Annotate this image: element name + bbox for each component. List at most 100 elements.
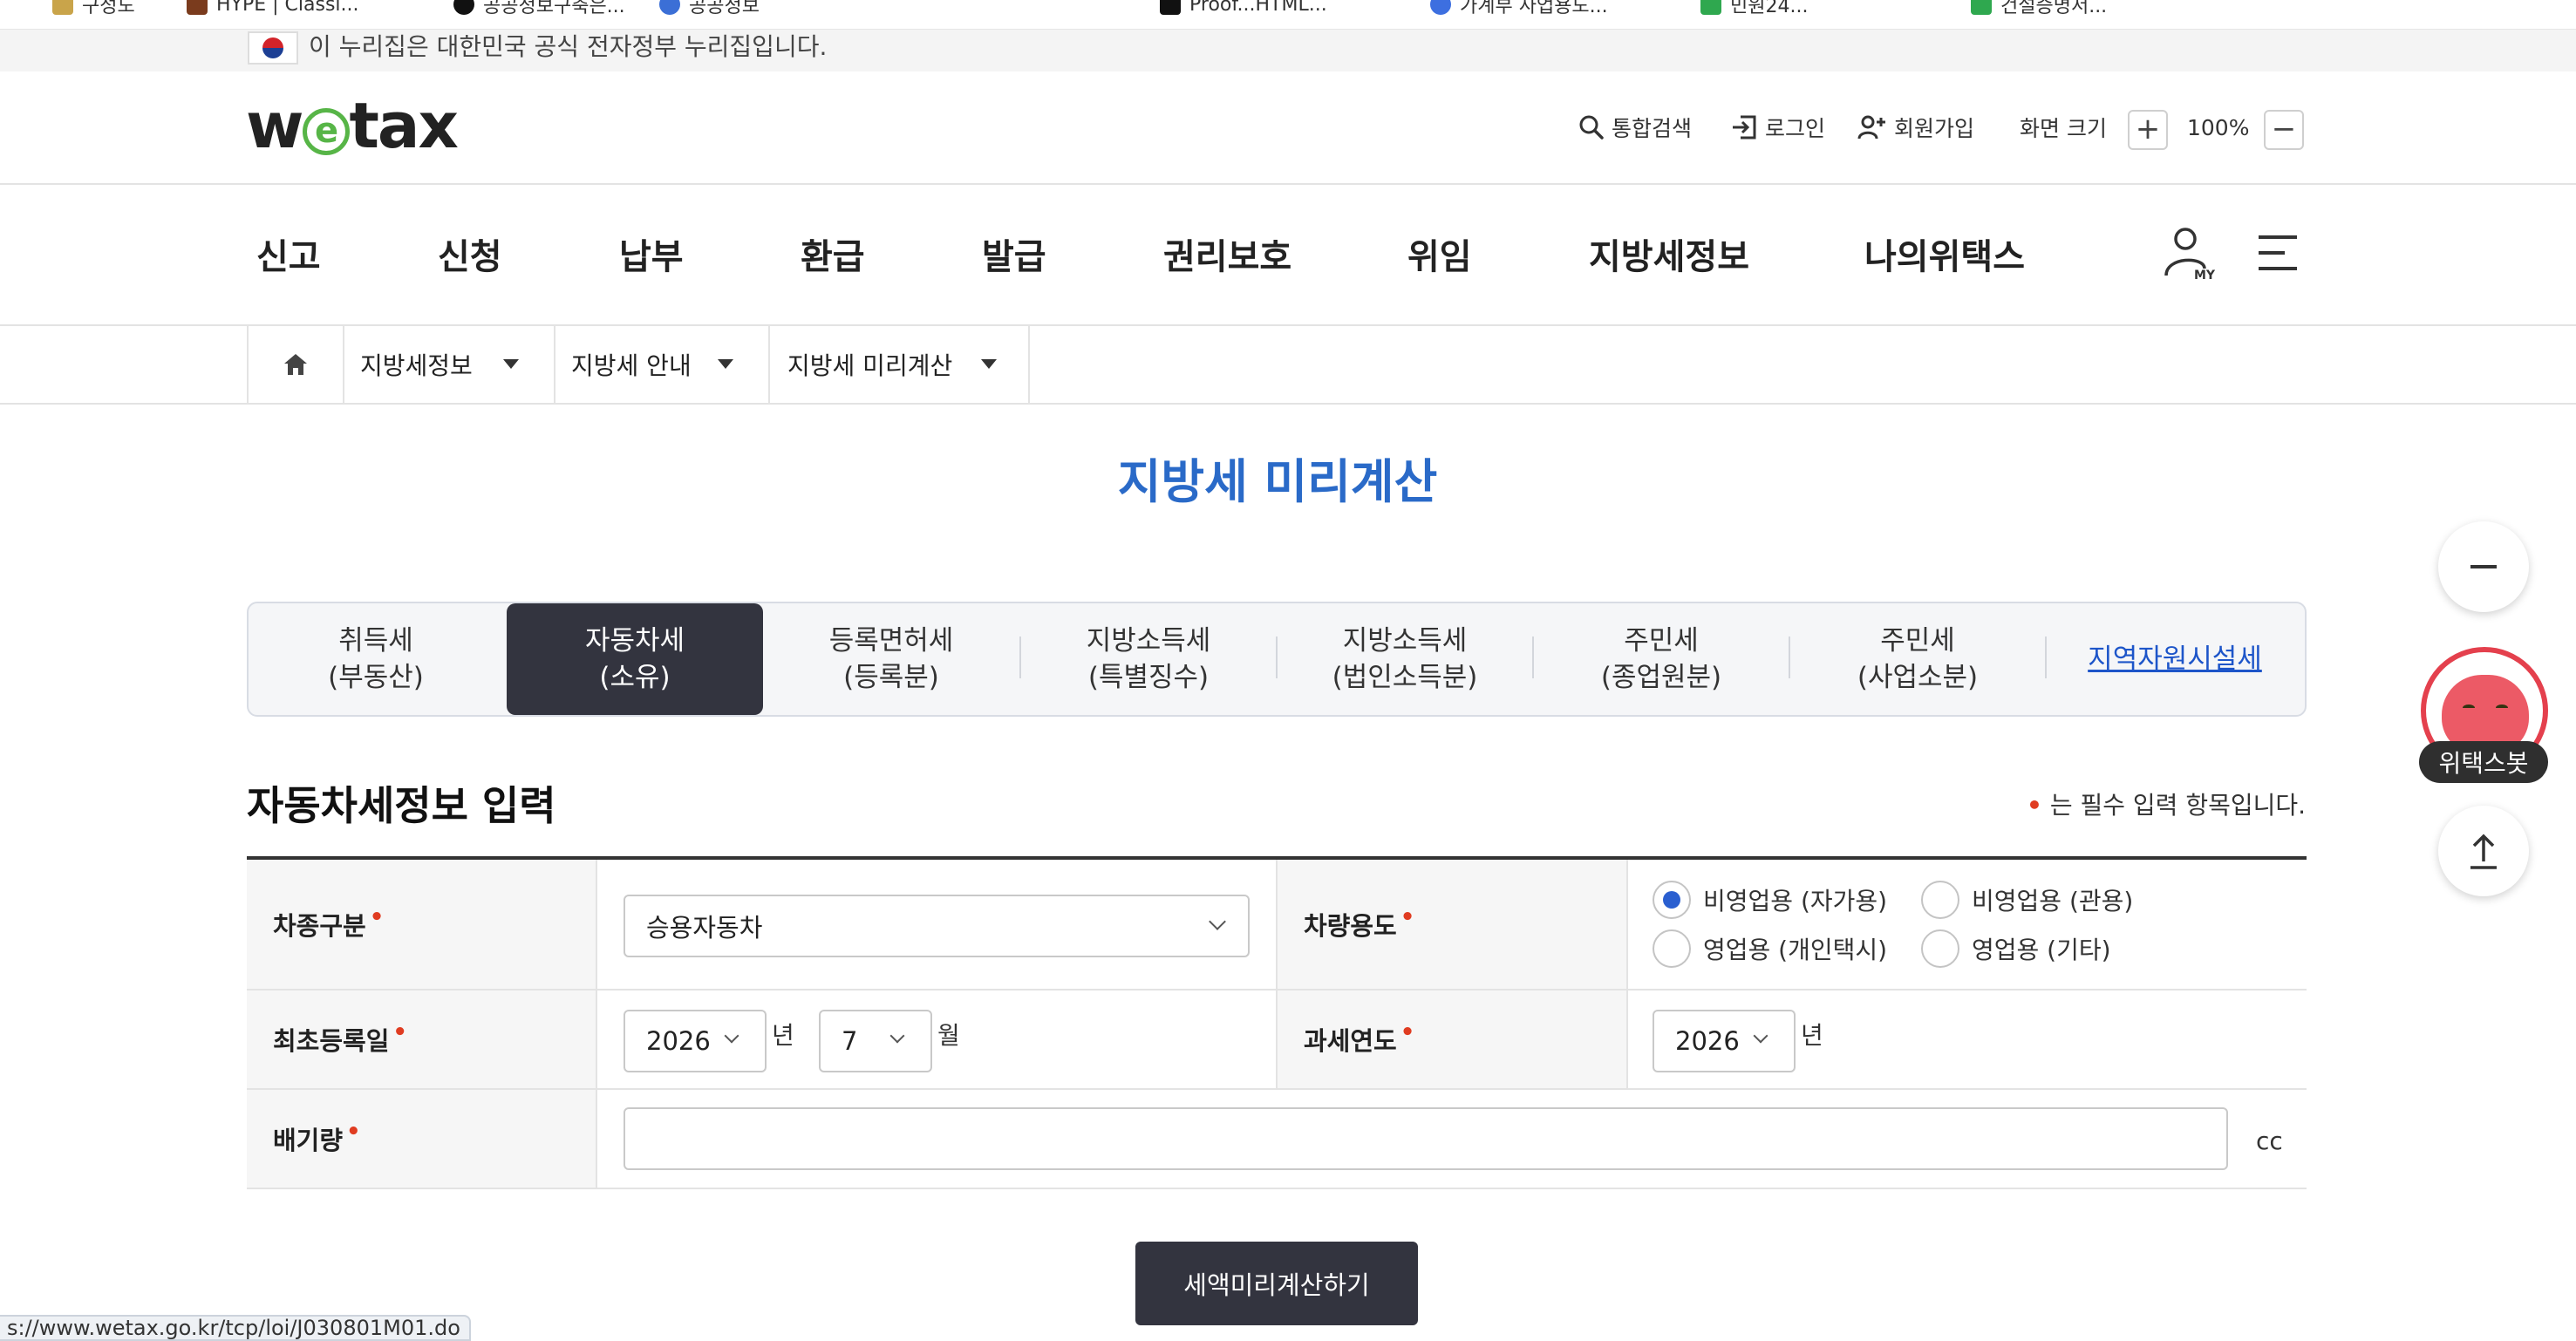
displacement-input[interactable] (624, 1107, 2228, 1170)
required-note: • 는 필수 입력 항목입니다. (2027, 791, 2307, 820)
bookmark-item[interactable]: 공공정보구축은... (453, 0, 625, 17)
zoom-in-button[interactable]: + (2128, 110, 2168, 150)
nav-item-report[interactable]: 신고 (256, 228, 321, 279)
required-mark: • (346, 1119, 361, 1145)
login-link[interactable]: 로그인 (1730, 112, 1825, 143)
nav-item-my-wetax[interactable]: 나의위택스 (1864, 228, 2025, 279)
tab-local-income-tax-withholding[interactable]: 지방소득세 (특별징수) (1021, 603, 1276, 715)
bot-eye (2463, 705, 2475, 711)
hamburger-menu-icon[interactable] (2257, 234, 2299, 272)
search-icon (1579, 115, 1604, 140)
radio-commercial-taxi[interactable]: 영업용 (개인택시) (1653, 929, 1887, 968)
displacement-unit: cc (2256, 1127, 2283, 1155)
bookmark-favicon-icon (1430, 0, 1451, 15)
calculate-tax-button[interactable]: 세액미리계산하기 (1135, 1242, 1418, 1325)
scroll-to-top-button[interactable] (2438, 806, 2529, 896)
tab-resident-tax-employee[interactable]: 주민세 (종업원분) (1534, 603, 1789, 715)
chevron-down-icon (1209, 913, 1226, 930)
vehicle-type-label: 차종구분 • (247, 860, 596, 989)
gov-banner-text: 이 누리집은 대한민국 공식 전자정부 누리집입니다. (309, 32, 828, 61)
registration-year-select[interactable]: 2026 (624, 1010, 767, 1072)
bookmark-item[interactable]: 가계부 사업용도... (1430, 0, 1608, 17)
breadcrumb: 지방세정보 지방세 안내 지방세 미리계산 (0, 326, 2576, 405)
bookmark-item[interactable]: 구성도 (52, 0, 135, 17)
bookmark-item[interactable]: 건설증명서... (1971, 0, 2107, 17)
bookmark-item[interactable]: 민원24... (1700, 0, 1808, 17)
bookmark-favicon-icon (1160, 0, 1181, 15)
form-row: 최초등록일 • 2026 년 7 월 과세연도 • 2026 년 (247, 990, 2307, 1090)
nav-item-apply[interactable]: 신청 (438, 228, 502, 279)
login-icon (1733, 115, 1756, 140)
nav-item-local-tax-info[interactable]: 지방세정보 (1589, 228, 1749, 279)
bookmark-favicon-icon (659, 0, 680, 15)
chevron-down-icon (889, 1028, 905, 1044)
radio-noncommercial-government[interactable]: 비영업용 (관용) (1921, 881, 2133, 919)
bookmark-item[interactable]: 공공정보 (659, 0, 760, 17)
search-label: 통합검색 (1612, 116, 1693, 141)
minus-icon (2470, 565, 2497, 568)
tax-year-select[interactable]: 2026 (1653, 1010, 1796, 1072)
nav-item-delegation[interactable]: 위임 (1407, 228, 1472, 279)
breadcrumb-item-local-tax-guide[interactable]: 지방세 안내 (554, 326, 768, 403)
tax-year-label: 과세연도 • (1278, 990, 1626, 1088)
bookmark-item[interactable]: Proof...HTML... (1160, 0, 1327, 17)
breadcrumb-item-local-tax-precalc[interactable]: 지방세 미리계산 (768, 326, 1030, 403)
tax-year-unit: 년 (1801, 1021, 1823, 1050)
bot-label[interactable]: 위택스봇 (2419, 741, 2548, 783)
nav-item-payment[interactable]: 납부 (619, 228, 684, 279)
bookmark-favicon-icon (1700, 0, 1721, 15)
bookmark-favicon-icon (187, 0, 208, 15)
bookmark-favicon-icon (52, 0, 73, 15)
floating-zoom-out-button[interactable] (2438, 521, 2529, 612)
tab-regional-resource-facility-tax[interactable]: 지역자원시설세 (2047, 603, 2303, 715)
korea-flag-icon (248, 31, 298, 65)
home-icon (284, 354, 307, 375)
required-mark: • (369, 904, 385, 930)
zoom-out-button[interactable]: − (2264, 110, 2304, 150)
breadcrumb-home[interactable] (247, 326, 343, 403)
wetax-logo[interactable]: w e tax (246, 89, 459, 162)
tab-registration-license-tax[interactable]: 등록면허세 (등록분) (763, 603, 1019, 715)
site-header: w e tax 통합검색 로그인 회원가입 화면 크기 + 100% − (0, 71, 2576, 185)
radio-button-checked[interactable] (1653, 881, 1691, 919)
tab-local-income-tax-corporate[interactable]: 지방소득세 (법인소득분) (1278, 603, 1532, 715)
radio-commercial-other[interactable]: 영업용 (기타) (1921, 929, 2111, 968)
status-bar-url: s://www.wetax.go.kr/tcp/loi/J030801M01.d… (0, 1315, 471, 1341)
cell-divider (596, 1090, 597, 1188)
displacement-label: 배기량 • (247, 1090, 596, 1188)
breadcrumb-item-local-tax-info[interactable]: 지방세정보 (343, 326, 554, 403)
add-user-icon (1857, 115, 1885, 140)
form-row: 배기량 • cc (247, 1090, 2307, 1189)
zoom-value: 100% (2187, 115, 2250, 140)
nav-item-rights[interactable]: 권리보호 (1163, 228, 1291, 279)
nav-item-issue[interactable]: 발급 (982, 228, 1046, 279)
caret-down-icon (718, 359, 733, 369)
automobile-tax-form: 차종구분 • 승용자동차 차량용도 • 비영업용 (자가용) 비영업용 (관용) 영… (247, 856, 2307, 1189)
bookmark-favicon-icon (453, 0, 474, 15)
tab-acquisition-tax[interactable]: 취득세 (부동산) (249, 603, 503, 715)
radio-button[interactable] (1921, 929, 1959, 968)
integrated-search-link[interactable]: 통합검색 (1578, 112, 1692, 143)
bookmark-item[interactable]: HYPE | Classi... (187, 0, 359, 17)
nav-item-refund[interactable]: 환급 (801, 228, 865, 279)
signup-link[interactable]: 회원가입 (1857, 112, 1974, 143)
caret-down-icon (981, 359, 997, 369)
radio-button[interactable] (1653, 929, 1691, 968)
tab-automobile-tax[interactable]: 자동차세 (소유) (507, 603, 763, 715)
tab-resident-tax-business[interactable]: 주민세 (사업소분) (1790, 603, 2045, 715)
caret-down-icon (503, 359, 519, 369)
radio-noncommercial-private[interactable]: 비영업용 (자가용) (1653, 881, 1887, 919)
registration-month-select[interactable]: 7 (819, 1010, 932, 1072)
month-unit: 월 (937, 1021, 960, 1050)
section-title: 자동차세정보 입력 (247, 782, 556, 829)
cell-divider (596, 990, 597, 1088)
logo-e-mark: e (302, 108, 350, 155)
radio-button[interactable] (1921, 881, 1959, 919)
tax-type-tabs: 취득세 (부동산) 자동차세 (소유) 등록면허세 (등록분) 지방소득세 (특별징수)… (247, 602, 2307, 717)
zoom-label: 화면 크기 (2020, 116, 2107, 141)
vehicle-use-label: 차량용도 • (1278, 860, 1626, 989)
gov-banner: 이 누리집은 대한민국 공식 전자정부 누리집입니다. (0, 30, 2576, 71)
my-page-icon[interactable]: MY (2161, 225, 2217, 281)
vehicle-type-select[interactable]: 승용자동차 (624, 895, 1250, 957)
svg-text:MY: MY (2194, 269, 2216, 281)
